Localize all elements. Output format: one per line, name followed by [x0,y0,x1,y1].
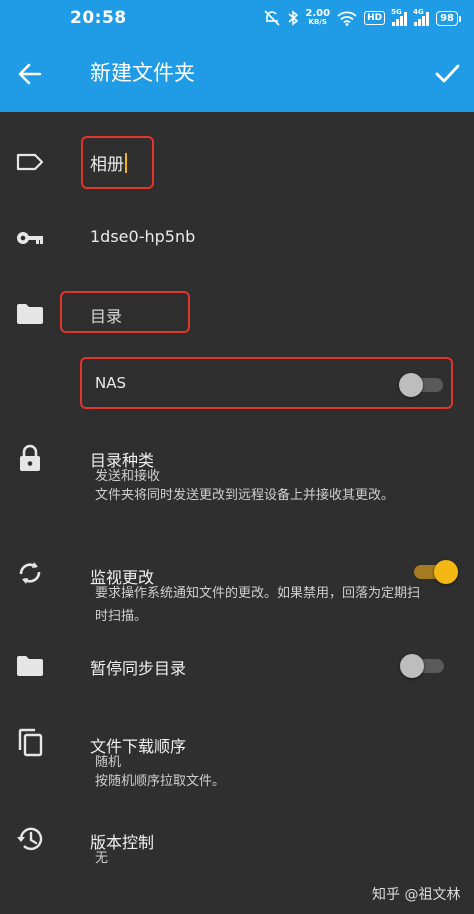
folder-path-input[interactable]: 目录 [90,303,122,327]
nas-switch[interactable] [399,370,447,400]
nas-label: NAS [95,374,127,392]
pull-order-value: 随机 [95,755,122,770]
speed-value: 2.00 [305,8,331,19]
hd-badge: HD [364,11,386,25]
highlight-box [60,291,190,333]
page-title: 新建文件夹 [90,61,195,85]
speed-unit: KB/S [308,18,327,26]
sync-icon [14,557,46,589]
folder-icon [14,298,46,330]
signal-icon: 4G [413,7,430,26]
label-tag-icon [14,146,46,178]
folder-type-description: 文件夹将同时发送更改到远程设备上并接收其更改。 [95,488,395,503]
pause-sync-title: 暂停同步目录 [90,659,187,678]
key-icon [14,222,46,254]
folder-type-value: 发送和接收 [95,469,161,484]
network-speed: 2.00 KB/S [305,9,330,27]
battery-icon: 98 [436,10,461,26]
status-icons: 2.00 KB/S HD 5G 4G 98 [263,7,461,27]
watch-changes-description-cont: 时扫描。 [95,609,148,624]
copy-icon [14,726,46,758]
folder-icon [14,650,46,682]
text-cursor [125,153,127,173]
app-bar: 新建文件夹 [0,36,474,112]
versioning-value: 无 [95,851,109,866]
signal-tag-1: 5G [391,7,402,16]
highlight-box [80,357,453,409]
folder-label-value: 相册 [90,155,124,175]
status-time: 20:58 [70,8,127,28]
check-icon [435,64,460,83]
folder-label-input[interactable]: 相册 [90,150,127,175]
back-button[interactable] [16,60,44,88]
mute-icon [263,9,281,27]
watch-changes-switch[interactable] [410,557,458,587]
watch-changes-description: 要求操作系统通知文件的更改。如果禁用，回落为定期扫 [95,586,421,601]
history-icon [14,823,46,855]
status-bar: 20:58 2.00 KB/S HD 5G 4G 98 [0,0,474,36]
folder-id-input[interactable]: 1dse0-hp5nb [90,227,195,246]
pull-order-description: 按随机顺序拉取文件。 [95,774,226,789]
signal-tag-2: 4G [413,7,424,16]
pause-sync-switch[interactable] [400,651,448,681]
bluetooth-icon [288,9,299,27]
arrow-left-icon [18,63,42,85]
signal-icon: 5G [391,7,408,26]
lock-icon [14,442,46,474]
watermark: 知乎 @祖文林 [372,887,461,903]
wifi-icon [337,9,357,27]
confirm-button[interactable] [432,58,462,88]
